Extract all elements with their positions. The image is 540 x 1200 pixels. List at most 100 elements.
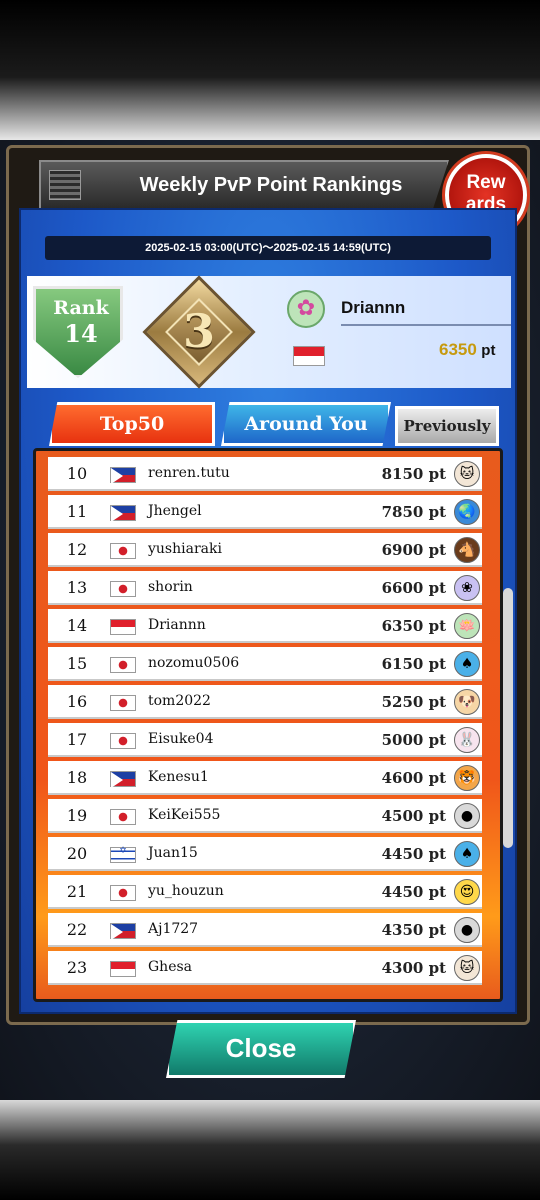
bottom-shade xyxy=(0,1100,540,1200)
grill-icon xyxy=(49,170,81,200)
rank-cell: 19 xyxy=(66,806,88,825)
top-shade xyxy=(0,0,540,140)
rank-cell: 16 xyxy=(66,692,88,711)
id-flag-icon xyxy=(110,619,136,635)
date-range-text: 2025-02-15 03:00(UTC)〜2025-02-15 14:59(U… xyxy=(145,242,391,254)
rank-cell: 21 xyxy=(66,882,88,901)
points-cell: 5000 pt xyxy=(381,731,446,749)
close-button[interactable]: Close xyxy=(166,1020,356,1078)
rank-cell: 15 xyxy=(66,654,88,673)
scrollbar[interactable] xyxy=(503,588,513,848)
player-points-value: 6350 xyxy=(439,340,477,359)
player-name-cell: KeiKei555 xyxy=(148,807,221,823)
cat-icon: 🐱 xyxy=(454,955,480,981)
rank-cell: 20 xyxy=(66,844,88,863)
table-row[interactable]: 19 KeiKei555 4500 pt ● xyxy=(48,799,482,833)
rank-cell: 23 xyxy=(66,958,88,977)
table-row[interactable]: 15 nozomu0506 6150 pt ♠ xyxy=(48,647,482,681)
points-cell: 5250 pt xyxy=(381,693,446,711)
rank-cell: 12 xyxy=(66,540,88,559)
player-name-cell: Ghesa xyxy=(148,959,193,975)
rank-cell: 11 xyxy=(66,502,88,521)
spade-icon: ♠ xyxy=(454,651,480,677)
player-name-cell: shorin xyxy=(148,579,193,595)
globe-icon: 🌏 xyxy=(454,499,480,525)
points-cell: 6150 pt xyxy=(381,655,446,673)
rank-cell: 14 xyxy=(66,616,88,635)
horse-icon: 🐴 xyxy=(454,537,480,563)
jp-flag-icon xyxy=(110,733,136,749)
rank-shield-icon: Rank 14 xyxy=(33,286,123,378)
player-name-cell: Juan15 xyxy=(148,845,198,861)
table-row[interactable]: 20 Juan15 4450 pt ♠ xyxy=(48,837,482,871)
tiger-icon: 🐯 xyxy=(454,765,480,791)
rank-cell: 10 xyxy=(66,464,88,483)
emoji-icon: 😍 xyxy=(454,879,480,905)
points-cell: 4450 pt xyxy=(381,845,446,863)
player-name-cell: yushiaraki xyxy=(148,541,222,557)
player-points-unit: pt xyxy=(481,342,496,359)
jp-flag-icon xyxy=(110,885,136,901)
tier-badge-icon: 3 xyxy=(142,275,256,389)
spade-icon: ♠ xyxy=(454,841,480,867)
table-row[interactable]: 21 yu_houzun 4450 pt 😍 xyxy=(48,875,482,909)
rankings-list-frame: 10 renren.tutu 8150 pt 🐱 11 Jhengel 7850 pt 🌏 12… xyxy=(33,448,503,1002)
points-cell: 4350 pt xyxy=(381,921,446,939)
divider xyxy=(341,324,511,326)
cat-icon: 🐱 xyxy=(454,461,480,487)
table-row[interactable]: 14 Driannn 6350 pt 🪷 xyxy=(48,609,482,643)
lotus-icon: ✿ xyxy=(287,290,325,328)
page-title: Weekly PvP Point Rankings xyxy=(139,174,403,196)
rank-number: 14 xyxy=(64,319,98,348)
table-row[interactable]: 12 yushiaraki 6900 pt 🐴 xyxy=(48,533,482,567)
table-row[interactable]: 16 tom2022 5250 pt 🐶 xyxy=(48,685,482,719)
tab-top50[interactable]: Top50 xyxy=(49,402,215,446)
tab-previously[interactable]: Previously xyxy=(395,406,499,446)
table-row[interactable]: 10 renren.tutu 8150 pt 🐱 xyxy=(48,457,482,491)
title-bar: Weekly PvP Point Rankings xyxy=(39,160,449,210)
rankings-list[interactable]: 10 renren.tutu 8150 pt 🐱 11 Jhengel 7850 pt 🌏 12… xyxy=(48,457,488,995)
player-card: Rank 14 3 ✿ Driannn 6350 pt xyxy=(27,275,511,389)
rank-cell: 18 xyxy=(66,768,88,787)
default-avatar-icon: ● xyxy=(454,803,480,829)
jp-flag-icon xyxy=(110,695,136,711)
jp-flag-icon xyxy=(110,657,136,673)
table-row[interactable]: 23 Ghesa 4300 pt 🐱 xyxy=(48,951,482,985)
player-name-cell: Aj1727 xyxy=(148,921,199,937)
jp-flag-icon xyxy=(110,809,136,825)
id-flag-icon xyxy=(110,961,136,977)
ph-flag-icon xyxy=(110,467,136,484)
jp-flag-icon xyxy=(110,581,136,597)
points-cell: 4500 pt xyxy=(381,807,446,825)
ph-flag-icon xyxy=(110,505,136,522)
table-row[interactable]: 22 Aj1727 4350 pt ● xyxy=(48,913,482,947)
ph-flag-icon xyxy=(110,771,136,788)
points-cell: 6900 pt xyxy=(381,541,446,559)
hydrangea-icon: ❀ xyxy=(454,575,480,601)
table-row[interactable]: 13 shorin 6600 pt ❀ xyxy=(48,571,482,605)
player-name-cell: Eisuke04 xyxy=(148,731,214,747)
player-name-cell: nozomu0506 xyxy=(148,655,240,671)
points-cell: 6600 pt xyxy=(381,579,446,597)
tab-around-you[interactable]: Around You xyxy=(221,402,391,446)
table-row[interactable]: 11 Jhengel 7850 pt 🌏 xyxy=(48,495,482,529)
points-cell: 4600 pt xyxy=(381,769,446,787)
lotus-icon: 🪷 xyxy=(454,613,480,639)
points-cell: 4300 pt xyxy=(381,959,446,977)
player-name-cell: tom2022 xyxy=(148,693,211,709)
player-name-cell: Jhengel xyxy=(148,503,202,519)
rank-label: Rank xyxy=(53,297,109,319)
date-range-bar: 2025-02-15 03:00(UTC)〜2025-02-15 14:59(U… xyxy=(45,236,491,260)
default-avatar-icon: ● xyxy=(454,917,480,943)
points-cell: 6350 pt xyxy=(381,617,446,635)
indonesia-flag-icon xyxy=(293,346,325,366)
rank-cell: 17 xyxy=(66,730,88,749)
ph-flag-icon xyxy=(110,923,136,940)
player-name-cell: Driannn xyxy=(148,617,206,633)
table-row[interactable]: 17 Eisuke04 5000 pt 🐰 xyxy=(48,723,482,757)
dog-icon: 🐶 xyxy=(454,689,480,715)
table-row[interactable]: 18 Kenesu1 4600 pt 🐯 xyxy=(48,761,482,795)
player-name-cell: Kenesu1 xyxy=(148,769,209,785)
player-name-cell: renren.tutu xyxy=(148,465,230,481)
il-flag-icon xyxy=(110,846,136,863)
